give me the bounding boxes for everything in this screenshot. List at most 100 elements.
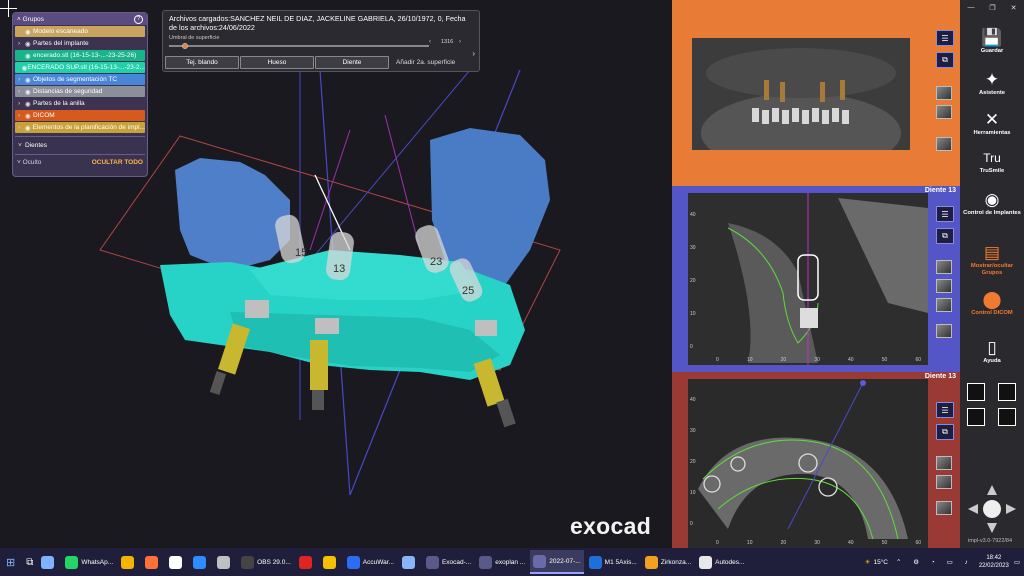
chevron-right-icon[interactable]: ›: [18, 76, 25, 83]
view-thumb-1[interactable]: [936, 456, 952, 470]
color-swatch-4[interactable]: [998, 408, 1016, 426]
eye-icon[interactable]: ◉: [22, 64, 28, 72]
group-row[interactable]: › ◉ Partes del implante: [15, 38, 145, 49]
layout-switch-icon[interactable]: ⧉: [936, 52, 954, 68]
chevron-right-icon[interactable]: ›: [18, 124, 25, 131]
cross-section-view-panel[interactable]: Diente 13 40 30 20 10 0 mm 0 10 20 30 40 50 60 ☰ ⧉: [672, 186, 960, 372]
taskbar-app-button[interactable]: [214, 550, 236, 574]
slider-thumb[interactable]: [181, 43, 188, 49]
show-hide-groups-button[interactable]: ▤ Mostrar/ocultar Grupos: [960, 243, 1024, 277]
view-thumb-4[interactable]: [936, 324, 952, 338]
minimize-icon[interactable]: —: [967, 4, 974, 12]
taskbar-app-button[interactable]: [166, 550, 188, 574]
view-thumb-3[interactable]: [936, 501, 952, 515]
color-swatch-2[interactable]: [998, 383, 1016, 401]
tools-button[interactable]: ✕ Herramientas: [960, 110, 1024, 137]
chevron-right-icon[interactable]: ›: [18, 88, 25, 95]
weather-temperature[interactable]: 15°C: [873, 559, 888, 566]
axial-view-panel[interactable]: Diente 13 40 30 20 10 0 mm 0 10 20 30 40 50 60 ☰ ⧉: [672, 372, 960, 548]
view-thumb-2[interactable]: [936, 279, 952, 293]
clock[interactable]: 18:42 22/02/2023: [979, 554, 1009, 570]
task-view-button[interactable]: ⧉: [23, 550, 36, 574]
add-second-surface-button[interactable]: Añadir 2a. superficie: [396, 59, 455, 66]
soft-tissue-button[interactable]: Tej. blando: [165, 56, 239, 69]
group-row[interactable]: › ◉ Distancias de seguridad: [15, 86, 145, 97]
view-thumb-1[interactable]: [936, 260, 952, 274]
3d-viewport[interactable]: 15 13 23 25 ˄ Grupos ? ◉ Modelo escaneado…: [0, 0, 672, 548]
group-row[interactable]: ◉ encerado.stl (16-15-13-...-23-25-26): [15, 50, 145, 61]
help-button[interactable]: ▯ Ayuda: [960, 338, 1024, 365]
taskbar-app-button[interactable]: Zirkonza...: [642, 550, 694, 574]
group-dientes[interactable]: ˅ Dientes: [15, 140, 145, 151]
expand-arrow[interactable]: ›: [472, 49, 475, 58]
taskbar-app-button[interactable]: OBS 29.0...: [238, 550, 294, 574]
chevron-right-icon[interactable]: ›: [18, 112, 25, 119]
view-thumb-1[interactable]: [936, 86, 952, 100]
groups-header[interactable]: ˄ Grupos ?: [13, 13, 147, 25]
list-view-icon[interactable]: ☰: [936, 402, 954, 418]
eye-icon[interactable]: ◉: [25, 112, 33, 120]
jaw-thumb[interactable]: [936, 137, 952, 151]
hide-all-button[interactable]: OCULTAR TODO: [92, 159, 143, 166]
list-view-icon[interactable]: ☰: [936, 206, 954, 222]
tray-icons[interactable]: ⌃ ⚙ ◔ ▭ ♪: [896, 558, 973, 566]
group-row[interactable]: ◉ ENCERADO SUP.stl (16-15-13-...-23-2...: [15, 62, 145, 73]
taskbar-app-button[interactable]: [320, 550, 342, 574]
group-row[interactable]: › ◉ Partes de la anilla: [15, 98, 145, 109]
taskbar-app-button[interactable]: Autodes...: [696, 550, 747, 574]
group-row[interactable]: › ◉ Elementos de la planificación de impl.…: [15, 122, 145, 133]
taskbar-app-button[interactable]: M1 5Axis...: [586, 550, 640, 574]
view-thumb-2[interactable]: [936, 105, 952, 119]
eye-icon[interactable]: ◉: [25, 52, 33, 60]
implant-control-button[interactable]: ◉ Control de Implantes: [960, 190, 1024, 217]
eye-icon[interactable]: ◉: [25, 40, 33, 48]
group-row[interactable]: ◉ Modelo escaneado: [15, 26, 145, 37]
taskbar-app-button[interactable]: [142, 550, 164, 574]
view-thumb-2[interactable]: [936, 475, 952, 489]
chevron-down-icon[interactable]: ˅: [18, 142, 25, 149]
color-swatch-1[interactable]: [967, 383, 985, 401]
eye-icon[interactable]: ◉: [25, 88, 33, 96]
eye-icon[interactable]: ◉: [25, 124, 33, 132]
taskbar-app-button[interactable]: [296, 550, 318, 574]
trusmile-button[interactable]: Tru TruSmile: [960, 148, 1024, 175]
taskbar-app-button[interactable]: [399, 550, 421, 574]
taskbar-app-button[interactable]: [38, 550, 60, 574]
view-orientation-icon[interactable]: [968, 485, 1016, 533]
taskbar-app-button[interactable]: AccuWar...: [344, 550, 397, 574]
group-row[interactable]: › ◉ Objetos de segmentación TC: [15, 74, 145, 85]
maximize-icon[interactable]: ❐: [989, 4, 995, 12]
layout-switch-icon[interactable]: ⧉: [936, 228, 954, 244]
layout-switch-icon[interactable]: ⧉: [936, 424, 954, 440]
chevron-right-icon[interactable]: ›: [18, 100, 25, 107]
view-thumb-3[interactable]: [936, 298, 952, 312]
dicom-control-button[interactable]: ⬤ Control DICOM: [960, 290, 1024, 317]
save-button[interactable]: 💾 Guardar: [960, 28, 1024, 55]
taskbar-app-button[interactable]: [190, 550, 212, 574]
taskbar-app-button[interactable]: 2022-07-...: [530, 550, 584, 574]
group-row[interactable]: › ◉ DICOM: [15, 110, 145, 121]
start-button[interactable]: ⊞: [0, 550, 21, 574]
wizard-button[interactable]: ✦ Asistente: [960, 70, 1024, 97]
list-view-icon[interactable]: ☰: [936, 30, 954, 46]
increase-arrow[interactable]: ›: [459, 39, 461, 45]
eye-icon[interactable]: ◉: [25, 76, 33, 84]
tooth-button[interactable]: Diente: [315, 56, 389, 69]
taskbar-app-button[interactable]: [118, 550, 140, 574]
eye-icon[interactable]: ◉: [25, 100, 33, 108]
taskbar-app-button[interactable]: exoplan ...: [476, 550, 528, 574]
eye-icon[interactable]: ◉: [25, 28, 33, 36]
color-swatch-3[interactable]: [967, 408, 985, 426]
taskbar-app-button[interactable]: Exocad-...: [423, 550, 474, 574]
bone-button[interactable]: Hueso: [240, 56, 314, 69]
panoramic-view-panel[interactable]: ☰ ⧉: [672, 0, 960, 186]
decrease-arrow[interactable]: ‹: [429, 39, 431, 45]
notifications-icon[interactable]: ▭: [1014, 558, 1020, 566]
surface-threshold-slider[interactable]: [169, 43, 429, 49]
taskbar-app-button[interactable]: WhatsAp...: [62, 550, 116, 574]
chevron-up-icon[interactable]: ˄: [17, 16, 21, 23]
chevron-right-icon[interactable]: ›: [18, 40, 25, 47]
oculto-toggle[interactable]: ˅ Oculto: [17, 159, 41, 166]
help-icon[interactable]: ?: [134, 14, 143, 24]
close-icon[interactable]: ✕: [1011, 4, 1017, 12]
